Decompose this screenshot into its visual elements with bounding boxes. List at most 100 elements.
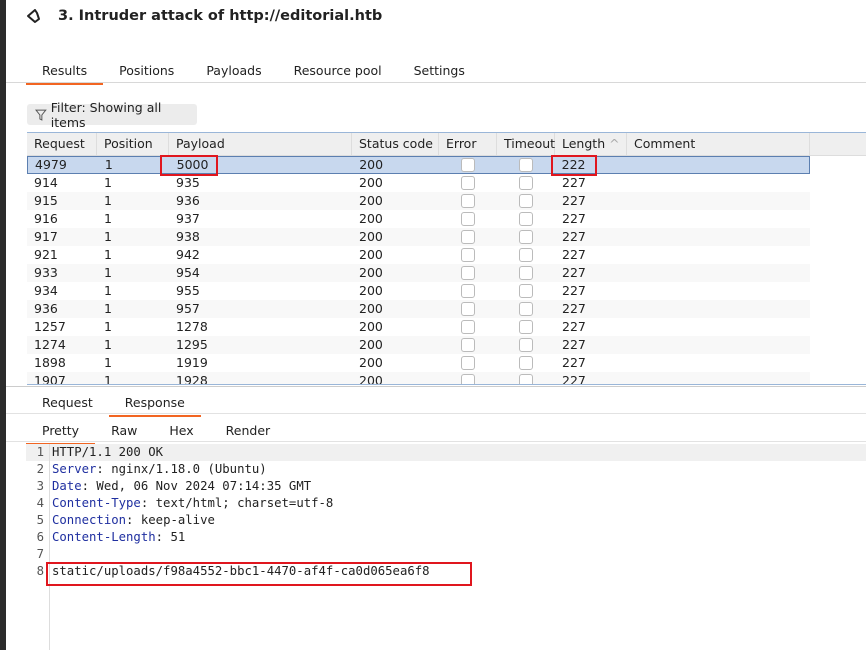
status-cell: 200	[359, 265, 383, 280]
error-checkbox[interactable]	[439, 354, 497, 372]
error-checkbox[interactable]	[439, 192, 497, 210]
table-row[interactable]: 933 1 954 200 227	[27, 264, 810, 282]
checkbox[interactable]	[518, 158, 533, 172]
timeout-checkbox[interactable]	[497, 210, 555, 228]
position-cell: 1	[104, 229, 112, 244]
checkbox[interactable]	[519, 320, 533, 334]
checkbox[interactable]	[461, 374, 475, 384]
comment-cell	[627, 282, 810, 300]
checkbox[interactable]	[461, 356, 475, 370]
checkbox[interactable]	[519, 194, 533, 208]
error-checkbox[interactable]	[439, 336, 497, 354]
table-row[interactable]: 936 1 957 200 227	[27, 300, 810, 318]
error-checkbox[interactable]	[439, 228, 497, 246]
error-checkbox[interactable]	[439, 300, 497, 318]
column-header-error[interactable]: Error	[439, 133, 497, 155]
header-name: Connection	[52, 513, 127, 527]
status-cell: 200	[359, 355, 383, 370]
request-cell: 4979	[35, 157, 67, 172]
column-header-comment[interactable]: Comment	[627, 133, 810, 155]
error-checkbox[interactable]	[439, 156, 497, 174]
checkbox[interactable]	[519, 176, 533, 190]
checkbox[interactable]	[460, 158, 475, 172]
comment-cell	[626, 156, 809, 174]
payload-cell: 1928	[176, 373, 208, 385]
table-row[interactable]: 921 1 942 200 227	[27, 246, 810, 264]
checkbox[interactable]	[461, 284, 475, 298]
header-value: : 51	[155, 530, 186, 544]
table-row[interactable]: 917 1 938 200 227	[27, 228, 810, 246]
length-cell: 227	[562, 247, 586, 262]
table-row[interactable]: 1257 1 1278 200 227	[27, 318, 810, 336]
timeout-checkbox[interactable]	[497, 156, 555, 174]
column-header-position[interactable]: Position	[97, 133, 169, 155]
timeout-checkbox[interactable]	[497, 282, 555, 300]
attack-title: 3. Intruder attack of http://editorial.h…	[58, 8, 383, 24]
checkbox[interactable]	[461, 266, 475, 280]
error-checkbox[interactable]	[439, 264, 497, 282]
checkbox[interactable]	[519, 338, 533, 352]
checkbox[interactable]	[461, 230, 475, 244]
checkbox[interactable]	[461, 338, 475, 352]
checkbox[interactable]	[519, 230, 533, 244]
position-cell: 1	[104, 337, 112, 352]
timeout-checkbox[interactable]	[497, 318, 555, 336]
timeout-checkbox[interactable]	[497, 192, 555, 210]
checkbox[interactable]	[519, 356, 533, 370]
checkbox[interactable]	[519, 212, 533, 226]
table-row[interactable]: 1898 1 1919 200 227	[27, 354, 810, 372]
table-row[interactable]: 914 1 935 200 227	[27, 174, 810, 192]
timeout-checkbox[interactable]	[497, 372, 555, 384]
upload-path-highlight-box	[46, 562, 472, 586]
pane-splitter[interactable]	[6, 386, 866, 387]
response-editor[interactable]: 1 HTTP/1.1 200 OK 2 Server: nginx/1.18.0 (U…	[26, 444, 866, 650]
table-row[interactable]: 934 1 955 200 227	[27, 282, 810, 300]
line-number: 5	[36, 513, 44, 527]
column-header-payload[interactable]: Payload	[169, 133, 352, 155]
checkbox[interactable]	[461, 320, 475, 334]
error-checkbox[interactable]	[439, 282, 497, 300]
checkbox[interactable]	[519, 284, 533, 298]
position-cell: 1	[104, 193, 112, 208]
code-line: 4 Content-Type: text/html; charset=utf-8	[26, 495, 866, 512]
error-checkbox[interactable]	[439, 210, 497, 228]
timeout-checkbox[interactable]	[497, 300, 555, 318]
length-cell: 227	[562, 193, 586, 208]
timeout-checkbox[interactable]	[497, 174, 555, 192]
checkbox[interactable]	[461, 248, 475, 262]
timeout-checkbox[interactable]	[497, 246, 555, 264]
error-checkbox[interactable]	[439, 318, 497, 336]
code-line: 3 Date: Wed, 06 Nov 2024 07:14:35 GMT	[26, 478, 866, 495]
timeout-checkbox[interactable]	[497, 228, 555, 246]
checkbox[interactable]	[461, 176, 475, 190]
table-row[interactable]: 4979 1 5000 200 222	[27, 156, 810, 174]
header-value: : nginx/1.18.0 (Ubuntu)	[96, 462, 267, 476]
comment-cell	[627, 174, 810, 192]
request-cell: 936	[34, 301, 58, 316]
table-row[interactable]: 915 1 936 200 227	[27, 192, 810, 210]
checkbox[interactable]	[461, 302, 475, 316]
checkbox[interactable]	[519, 302, 533, 316]
checkbox[interactable]	[461, 194, 475, 208]
timeout-checkbox[interactable]	[497, 264, 555, 282]
checkbox[interactable]	[461, 212, 475, 226]
error-checkbox[interactable]	[439, 174, 497, 192]
column-header-timeout[interactable]: Timeout	[497, 133, 555, 155]
column-header-request[interactable]: Request	[27, 133, 97, 155]
table-row[interactable]: 1907 1 1928 200 227	[27, 372, 810, 385]
error-checkbox[interactable]	[439, 372, 497, 384]
length-cell: 227	[562, 283, 586, 298]
comment-cell	[627, 228, 810, 246]
checkbox[interactable]	[519, 248, 533, 262]
table-row[interactable]: 916 1 937 200 227	[27, 210, 810, 228]
window-title-bar: 3. Intruder attack of http://editorial.h…	[26, 5, 382, 27]
checkbox[interactable]	[519, 266, 533, 280]
column-header-length[interactable]: Length ^	[555, 133, 627, 155]
checkbox[interactable]	[519, 374, 533, 384]
filter-button[interactable]: Filter: Showing all items	[27, 100, 197, 130]
timeout-checkbox[interactable]	[497, 336, 555, 354]
error-checkbox[interactable]	[439, 246, 497, 264]
column-header-status-code[interactable]: Status code	[352, 133, 439, 155]
table-row[interactable]: 1274 1 1295 200 227	[27, 336, 810, 354]
timeout-checkbox[interactable]	[497, 354, 555, 372]
